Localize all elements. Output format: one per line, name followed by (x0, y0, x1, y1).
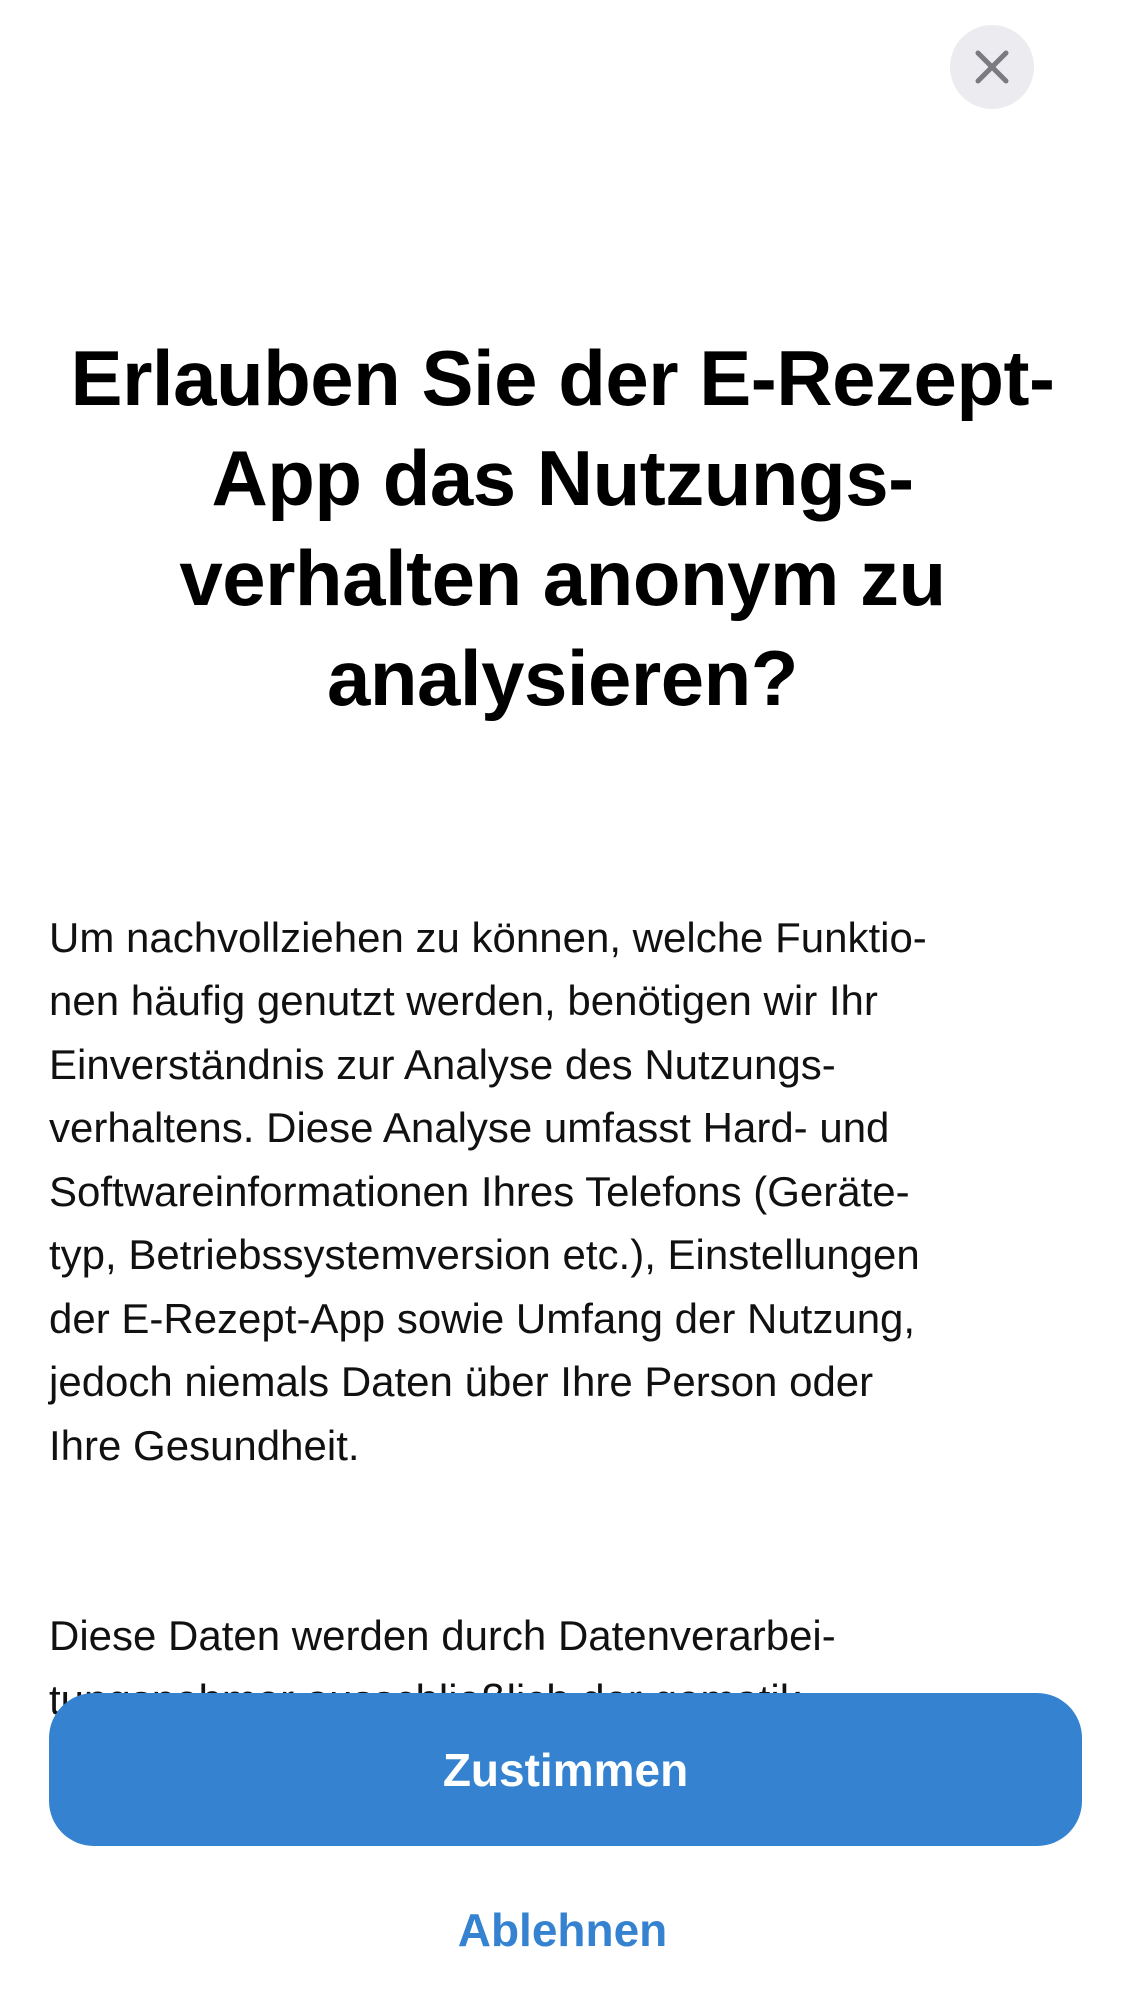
page-title: Erlauben Sie der E-Rezept- App das Nutzu… (70, 334, 1055, 722)
consent-description: Um nachvollziehen zu können, welche Funk… (49, 842, 1089, 1795)
decline-button[interactable]: Ablehnen (0, 1900, 1125, 1960)
description-paragraph-1: Um nachvollziehen zu können, welche Funk… (49, 913, 927, 1469)
close-icon (972, 47, 1012, 87)
accept-button[interactable]: Zustimmen (49, 1693, 1082, 1846)
close-button[interactable] (950, 25, 1034, 109)
